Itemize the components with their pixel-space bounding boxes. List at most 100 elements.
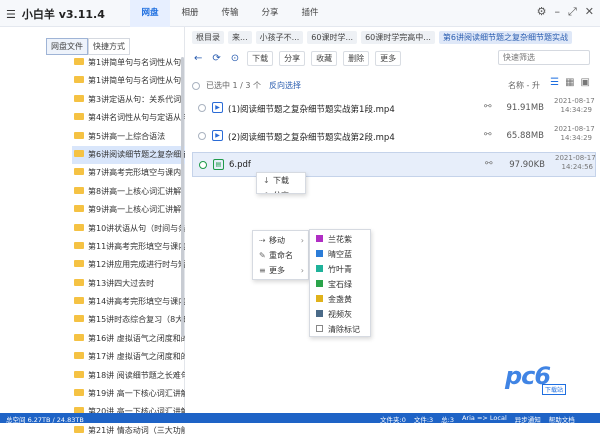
large-view-icon[interactable]: ▣ bbox=[581, 77, 590, 88]
folder-tree-item[interactable]: 第13讲四大过去时 bbox=[72, 275, 185, 293]
ctx-rename[interactable]: ✎ 重命名 bbox=[253, 248, 308, 263]
folder-label: 第16讲 虚拟语气之闭度和的 bbox=[88, 333, 185, 343]
folder-tree-item[interactable]: 第3讲定语从句：关系代词 bbox=[72, 91, 185, 109]
refresh-button[interactable]: ⟳ bbox=[210, 53, 223, 64]
ctx-move[interactable]: ⇢ 移动 › bbox=[253, 233, 308, 248]
sidebar-scrollbar[interactable] bbox=[181, 57, 184, 337]
folder-label: 第4讲名词性从句与定语从句 bbox=[88, 113, 185, 123]
minimize-icon[interactable]: – bbox=[554, 5, 560, 19]
download-button[interactable]: 下载 bbox=[247, 51, 274, 66]
color-tag-item[interactable]: 兰花紫 bbox=[310, 232, 370, 247]
color-tag-item[interactable]: 晴空蓝 bbox=[310, 247, 370, 262]
link-icon[interactable]: ⚯ bbox=[484, 102, 492, 112]
folder-tree-item[interactable]: 第15讲时态综合复习（8大时态） bbox=[72, 311, 185, 329]
delete-button[interactable]: 删除 bbox=[343, 51, 370, 66]
folder-tree-item[interactable]: 第17讲 虚拟语气之闭度和的 bbox=[72, 348, 185, 366]
breadcrumb-item[interactable]: 60课时学完高中... bbox=[361, 30, 435, 44]
link-icon[interactable]: ⚯ bbox=[485, 159, 493, 169]
breadcrumb-item[interactable]: 根目录 bbox=[192, 30, 224, 44]
nav-tabs: 网盘 相册 传输 分享 插件 bbox=[130, 0, 330, 27]
sidebar-tab-shortcuts[interactable]: 快捷方式 bbox=[88, 38, 130, 55]
row-checkbox[interactable] bbox=[198, 132, 206, 140]
tab-netdisk[interactable]: 网盘 bbox=[130, 0, 170, 27]
title-bar: ☰ 小白羊 v3.11.4 网盘 相册 传输 分享 插件 ⚙ – ⤢ ✕ bbox=[0, 0, 600, 27]
folder-icon bbox=[74, 186, 84, 194]
clear-tag-item[interactable]: 清除标记 bbox=[310, 322, 370, 337]
file-row-selected[interactable]: ▤ 6.pdf ⚯ 97.90KB 2021-08-17 14:24:56 bbox=[192, 152, 596, 177]
sidebar-tab-files[interactable]: 网盘文件 bbox=[46, 38, 88, 55]
select-all-checkbox[interactable] bbox=[192, 81, 200, 90]
more-icon: ≡ bbox=[259, 266, 266, 275]
back-button[interactable]: ← bbox=[192, 53, 205, 64]
folder-tree-item[interactable]: 第6讲阅读细节题之复杂细节 bbox=[72, 145, 185, 165]
color-tag-item[interactable]: 竹叶青 bbox=[310, 262, 370, 277]
tab-plugin[interactable]: 插件 bbox=[290, 0, 330, 27]
folder-tree-item[interactable]: 第7讲高考完形填空与课内 bbox=[72, 164, 185, 182]
folder-tree-item[interactable]: 第19讲 高一下核心词汇讲解 bbox=[72, 385, 185, 403]
color-tag-item[interactable]: 宝石绿 bbox=[310, 277, 370, 292]
breadcrumb-item[interactable]: 小孩子不... bbox=[255, 30, 304, 44]
color-tag-item[interactable]: 金盏黄 bbox=[310, 292, 370, 307]
tab-album[interactable]: 相册 bbox=[170, 0, 210, 27]
close-icon[interactable]: ✕ bbox=[585, 5, 594, 19]
invert-selection-link[interactable]: 反向选择 bbox=[269, 81, 301, 90]
folder-icon bbox=[74, 278, 84, 286]
sort-dropdown[interactable]: 名称 - 升 bbox=[508, 80, 540, 91]
tab-transfer[interactable]: 传输 bbox=[210, 0, 250, 27]
folder-tree-item[interactable]: 第1讲简单句与名词性从句 bbox=[72, 72, 185, 90]
forward-button[interactable]: ⊙ bbox=[228, 53, 242, 64]
quick-filter-input[interactable] bbox=[498, 50, 590, 65]
folder-icon bbox=[74, 370, 84, 378]
folder-tree-item[interactable]: 第14讲高考完形填空与课内 bbox=[72, 293, 185, 311]
ctx-share[interactable]: ⇪分享 bbox=[257, 188, 305, 193]
menu-icon[interactable]: ☰ bbox=[6, 8, 16, 21]
pdf-file-icon: ▤ bbox=[213, 159, 224, 170]
folder-tree-item[interactable]: 第21讲 情态动词（三大功能） bbox=[72, 422, 185, 440]
folder-tree-item[interactable]: 第9讲高一上核心词汇讲解 bbox=[72, 201, 185, 219]
folder-tree-item[interactable]: 第8讲高一上核心词汇讲解 bbox=[72, 183, 185, 201]
tab-share[interactable]: 分享 bbox=[250, 0, 290, 27]
restore-icon[interactable]: ⤢ bbox=[568, 5, 577, 19]
file-row[interactable]: ▶ (2)阅读细节题之复杂细节题实战第2段.mp4 ⚯ 65.88MB 2021… bbox=[192, 124, 596, 149]
folder-icon bbox=[74, 113, 84, 121]
folder-tree-item[interactable]: 第12讲应用完成进行时与短语 bbox=[72, 256, 185, 274]
link-icon[interactable]: ⚯ bbox=[484, 130, 492, 140]
breadcrumb-item[interactable]: 第6讲阅读细节题之复杂细节题实战 bbox=[438, 30, 572, 44]
folder-tree-item[interactable]: 第10讲状语从句（时间与条件） bbox=[72, 220, 185, 238]
sidebar-tabs: 网盘文件 快捷方式 bbox=[46, 38, 130, 55]
ctx-more[interactable]: ≡ 更多 › bbox=[253, 263, 308, 278]
list-view-icon[interactable]: ☰ bbox=[550, 77, 559, 88]
file-date: 2021-08-17 14:34:29 bbox=[554, 97, 595, 114]
folder-tree-item[interactable]: 第18讲 阅读细节题之长难句 bbox=[72, 367, 185, 385]
folder-label: 第5讲高一上综合语法 bbox=[88, 131, 166, 141]
grid-view-icon[interactable]: ▦ bbox=[565, 77, 574, 88]
folder-icon bbox=[74, 149, 84, 157]
file-name: (2)阅读细节题之复杂细节题实战第2段.mp4 bbox=[228, 133, 395, 143]
folder-label: 第8讲高一上核心词汇讲解 bbox=[88, 186, 182, 196]
ctx-download[interactable]: ↓ 下载 bbox=[257, 173, 305, 188]
view-mode-toggle: ☰ ▦ ▣ bbox=[550, 77, 590, 88]
folder-tree-item[interactable]: 第1讲简单句与名词性从句 bbox=[72, 54, 185, 72]
more-button[interactable]: 更多 bbox=[375, 51, 402, 66]
context-menu-partial: ↓下载 ⇪分享 bbox=[256, 172, 306, 194]
color-swatch bbox=[316, 265, 323, 272]
breadcrumb-item[interactable]: 60课时学... bbox=[307, 30, 358, 44]
favorite-button[interactable]: 收藏 bbox=[311, 51, 338, 66]
breadcrumb-item[interactable]: 来... bbox=[228, 30, 252, 44]
folder-tree-item[interactable]: 第5讲高一上综合语法 bbox=[72, 128, 185, 146]
color-swatch bbox=[316, 295, 323, 302]
share-button[interactable]: 分享 bbox=[279, 51, 306, 66]
folder-tree-item[interactable]: 第4讲名词性从句与定语从句 bbox=[72, 109, 185, 127]
folder-label: 第19讲 高一下核心词汇讲解 bbox=[88, 389, 185, 399]
folder-label: 第9讲高一上核心词汇讲解 bbox=[88, 205, 182, 215]
selection-info: 已选中 1 / 3 个反向选择 bbox=[192, 80, 301, 91]
folder-tree-item[interactable]: 第16讲 虚拟语气之闭度和的 bbox=[72, 330, 185, 348]
folder-tree-item[interactable]: 第11讲高考完形填空与课内 bbox=[72, 238, 185, 256]
color-swatch bbox=[316, 310, 323, 317]
color-tag-item[interactable]: 视频灰 bbox=[310, 307, 370, 322]
rename-icon: ✎ bbox=[259, 251, 266, 260]
row-checkbox-checked[interactable] bbox=[199, 161, 207, 169]
file-row[interactable]: ▶ (1)阅读细节题之复杂细节题实战第1段.mp4 ⚯ 91.91MB 2021… bbox=[192, 96, 596, 121]
settings-icon[interactable]: ⚙ bbox=[537, 5, 547, 19]
row-checkbox[interactable] bbox=[198, 104, 206, 112]
